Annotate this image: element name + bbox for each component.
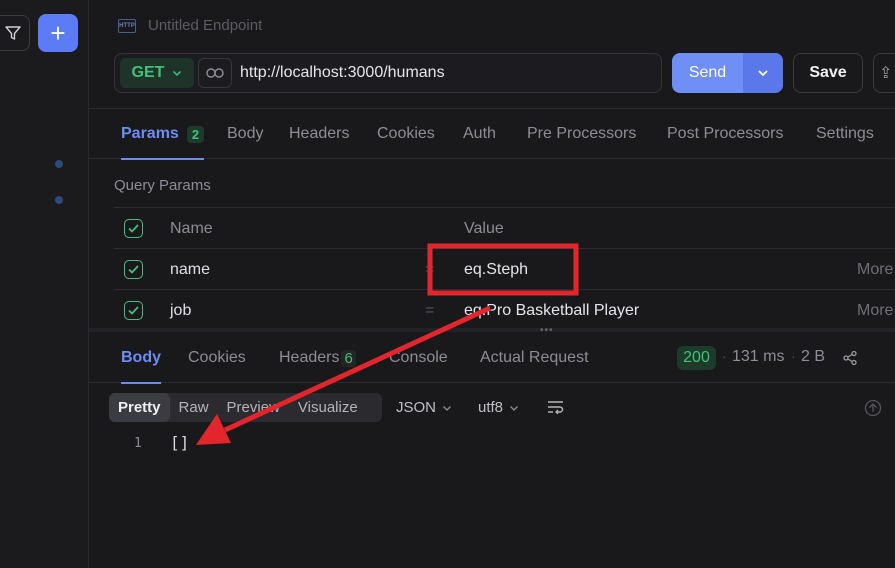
- param-name-input[interactable]: name: [170, 261, 210, 279]
- link-icon: [206, 68, 224, 78]
- tab-params[interactable]: Params 2: [121, 109, 205, 160]
- endpoint-title[interactable]: HTTP Untitled Endpoint: [118, 17, 262, 34]
- tab-response-cookies[interactable]: Cookies: [188, 333, 246, 383]
- tab-auth[interactable]: Auth: [463, 109, 496, 159]
- view-preview-button[interactable]: Preview: [218, 393, 289, 422]
- tab-label: Headers: [279, 349, 340, 366]
- view-raw-button[interactable]: Raw: [170, 393, 218, 422]
- view-mode-group: Pretty Raw Preview Visualize: [109, 393, 382, 422]
- params-count-badge: 2: [186, 125, 205, 143]
- format-label: JSON: [396, 399, 437, 416]
- table-row: name = eq.Steph More: [114, 248, 895, 289]
- more-button[interactable]: More: [857, 261, 893, 279]
- tab-headers[interactable]: Headers: [289, 109, 349, 159]
- tab-body[interactable]: Body: [227, 109, 263, 159]
- check-icon: [128, 224, 139, 233]
- plus-icon: +: [50, 18, 66, 48]
- format-select[interactable]: JSON: [396, 399, 452, 416]
- view-pretty-button[interactable]: Pretty: [109, 393, 170, 422]
- http-icon: HTTP: [118, 18, 136, 33]
- send-button[interactable]: Send: [672, 53, 783, 93]
- select-all-checkbox[interactable]: [124, 219, 143, 238]
- more-actions-button[interactable]: ⇪: [873, 53, 895, 93]
- tree-dot-icon: [55, 196, 63, 204]
- tree-dot-icon: [55, 160, 63, 168]
- method-select[interactable]: GET: [120, 58, 194, 88]
- encoding-select[interactable]: utf8: [478, 399, 519, 416]
- param-value-input[interactable]: eq.Pro Basketball Player: [464, 302, 639, 320]
- response-time: 131 ms: [732, 348, 785, 365]
- method-label: GET: [131, 64, 165, 81]
- row-checkbox[interactable]: [124, 301, 143, 320]
- tab-post-processors[interactable]: Post Processors: [667, 109, 783, 159]
- headers-count-badge: 6: [341, 349, 356, 367]
- panel-splitter[interactable]: [89, 328, 895, 332]
- url-bar: GET http://localhost:3000/humans: [114, 53, 662, 93]
- tab-label: Params: [121, 125, 179, 142]
- response-size: 2 B: [801, 348, 826, 365]
- save-button[interactable]: Save: [793, 53, 863, 93]
- line-number: 1: [134, 436, 142, 451]
- tab-pre-processors[interactable]: Pre Processors: [527, 109, 636, 159]
- tab-response-body[interactable]: Body: [121, 333, 161, 384]
- wrap-lines-icon[interactable]: [547, 400, 565, 414]
- param-value-input[interactable]: eq.Steph: [464, 261, 528, 279]
- tab-actual-request[interactable]: Actual Request: [480, 333, 589, 383]
- tab-cookies[interactable]: Cookies: [377, 109, 435, 159]
- chevron-down-icon: [510, 405, 518, 411]
- separator: ·: [791, 348, 796, 364]
- equals-sign: =: [425, 261, 435, 278]
- share-icon: ⇪: [879, 65, 893, 82]
- table-header-row: Name Value: [114, 207, 895, 248]
- row-checkbox[interactable]: [124, 260, 143, 279]
- link-button[interactable]: [198, 58, 232, 88]
- encoding-label: utf8: [478, 399, 504, 416]
- status-badge: 200: [677, 346, 716, 370]
- tab-settings[interactable]: Settings: [816, 109, 874, 159]
- url-input[interactable]: http://localhost:3000/humans: [240, 64, 445, 82]
- chevron-down-icon: [443, 405, 451, 411]
- more-button[interactable]: More: [857, 302, 893, 320]
- equals-sign: =: [425, 302, 435, 319]
- send-options-button[interactable]: [743, 53, 783, 93]
- scroll-top-icon[interactable]: [864, 399, 882, 417]
- add-button[interactable]: +: [38, 14, 78, 52]
- tab-response-headers[interactable]: Headers 6: [279, 333, 356, 383]
- view-visualize-button[interactable]: Visualize: [289, 393, 367, 422]
- params-table: Name Value name = eq.Steph More job = eq…: [114, 207, 895, 330]
- response-code-line: []: [170, 433, 190, 452]
- request-tabs: Params 2 Body Headers Cookies Auth Pre P…: [89, 108, 895, 160]
- name-column-header: Name: [170, 220, 213, 237]
- query-params-title: Query Params: [114, 177, 211, 194]
- tab-console[interactable]: Console: [389, 333, 448, 383]
- chevron-down-icon: [173, 70, 182, 77]
- check-icon: [128, 306, 139, 315]
- filter-icon: [5, 26, 21, 40]
- separator: ·: [722, 348, 727, 364]
- param-name-input[interactable]: job: [170, 302, 191, 320]
- filter-button[interactable]: [0, 15, 30, 51]
- endpoint-title-text: Untitled Endpoint: [148, 17, 263, 34]
- send-label: Send: [688, 64, 727, 81]
- chevron-down-icon: [758, 70, 768, 77]
- left-sidebar: +: [0, 0, 89, 568]
- check-icon: [128, 265, 139, 274]
- share-icon[interactable]: [842, 350, 858, 366]
- table-row: job = eq.Pro Basketball Player More: [114, 289, 895, 330]
- value-column-header: Value: [464, 220, 504, 237]
